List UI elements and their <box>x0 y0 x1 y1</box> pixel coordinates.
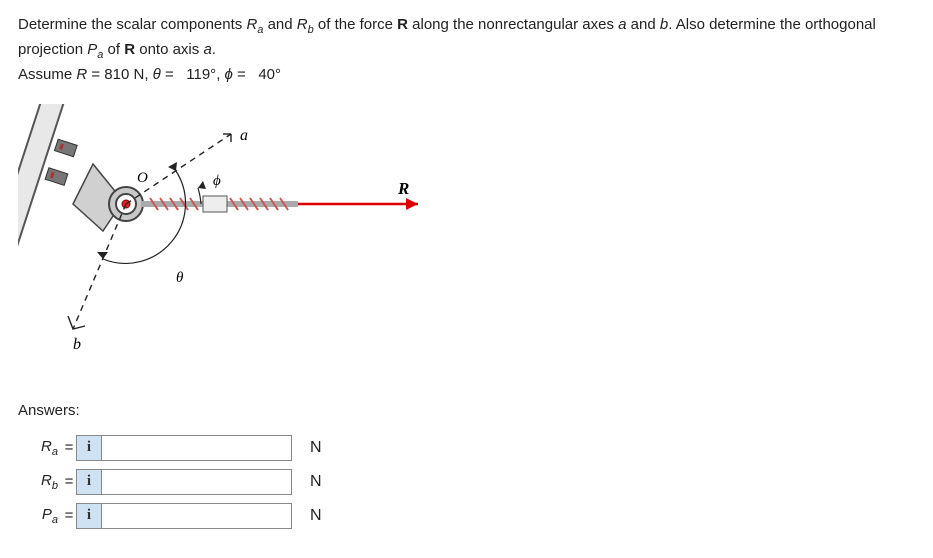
symbol-Pa: Pa <box>87 41 103 58</box>
text: = 810 N, <box>87 66 152 83</box>
text: = <box>233 66 250 83</box>
symbol-Rb: Rb <box>297 16 314 33</box>
bracket <box>73 164 143 231</box>
text: along the nonrectangular axes <box>408 16 618 33</box>
text: of the force <box>314 16 397 33</box>
symbol-R-vector: R <box>397 16 408 33</box>
answer-label: Rb <box>18 472 62 492</box>
answer-row-Rb: Rb = i N <box>18 469 915 495</box>
text: = <box>161 66 178 83</box>
problem-figure: a ϕ O θ b R <box>18 104 915 378</box>
equals-sign: = <box>62 507 76 524</box>
answer-label: Pa <box>18 506 62 526</box>
answer-input-Pa[interactable] <box>102 503 292 529</box>
unit-label: N <box>310 473 322 491</box>
symbol-a: a <box>618 16 626 33</box>
answer-label: Ra <box>18 438 62 458</box>
phi-value: 40° <box>258 66 281 83</box>
force-R-arrow <box>298 198 418 210</box>
text: of <box>103 41 124 58</box>
symbol-Ra: Ra <box>246 16 263 33</box>
problem-statement: Determine the scalar components Ra and R… <box>18 14 915 86</box>
symbol-R: R <box>76 66 87 83</box>
info-icon[interactable]: i <box>76 435 102 461</box>
figure-label-b: b <box>73 336 81 353</box>
answer-row-Ra: Ra = i N <box>18 435 915 461</box>
figure-label-theta: θ <box>176 270 184 286</box>
equals-sign: = <box>62 473 76 490</box>
symbol-a: a <box>203 41 211 58</box>
symbol-b: b <box>660 16 668 33</box>
symbol-theta: θ <box>153 66 161 83</box>
figure-label-phi: ϕ <box>213 173 221 189</box>
figure-label-O: O <box>137 170 148 186</box>
info-icon[interactable]: i <box>76 503 102 529</box>
spring <box>141 196 298 212</box>
theta-value: 119° <box>186 66 216 83</box>
answers-heading: Answers: <box>18 402 915 419</box>
symbol-R-vector: R <box>124 41 135 58</box>
text: and <box>627 16 660 33</box>
text: . <box>212 41 216 58</box>
equals-sign: = <box>62 439 76 456</box>
text: Assume <box>18 66 76 83</box>
wall <box>18 104 68 309</box>
unit-label: N <box>310 507 322 525</box>
text: Determine the scalar components <box>18 16 246 33</box>
axis-a <box>126 134 231 204</box>
text: and <box>263 16 296 33</box>
text: , <box>216 66 224 83</box>
answer-input-Ra[interactable] <box>102 435 292 461</box>
symbol-phi: ϕ <box>225 66 233 83</box>
figure-label-R: R <box>397 179 409 198</box>
unit-label: N <box>310 439 322 457</box>
answer-input-Rb[interactable] <box>102 469 292 495</box>
info-icon[interactable]: i <box>76 469 102 495</box>
text: onto axis <box>135 41 203 58</box>
answer-row-Pa: Pa = i N <box>18 503 915 529</box>
figure-label-a: a <box>240 127 248 144</box>
